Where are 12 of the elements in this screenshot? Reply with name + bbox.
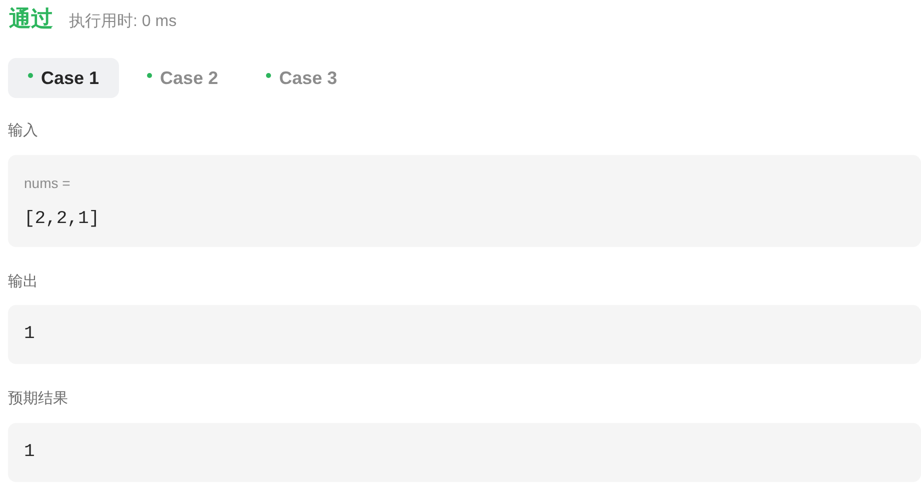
case-tab[interactable]: Case 1	[8, 58, 120, 98]
value-text: 1	[24, 440, 35, 464]
param-value: [2,2,1]	[24, 208, 100, 230]
param-name: nums =	[24, 174, 70, 192]
result-status: 通过	[9, 5, 53, 33]
section-label: 预期结果	[8, 389, 68, 409]
runtime-text: 执行用时: 0 ms	[69, 12, 177, 32]
case-tab[interactable]: Case 3	[246, 58, 358, 98]
section-label: 输出	[8, 272, 38, 292]
value-text: 1	[24, 323, 35, 346]
section-label: 输入	[8, 121, 38, 141]
case-tab[interactable]: Case 2	[127, 58, 238, 98]
